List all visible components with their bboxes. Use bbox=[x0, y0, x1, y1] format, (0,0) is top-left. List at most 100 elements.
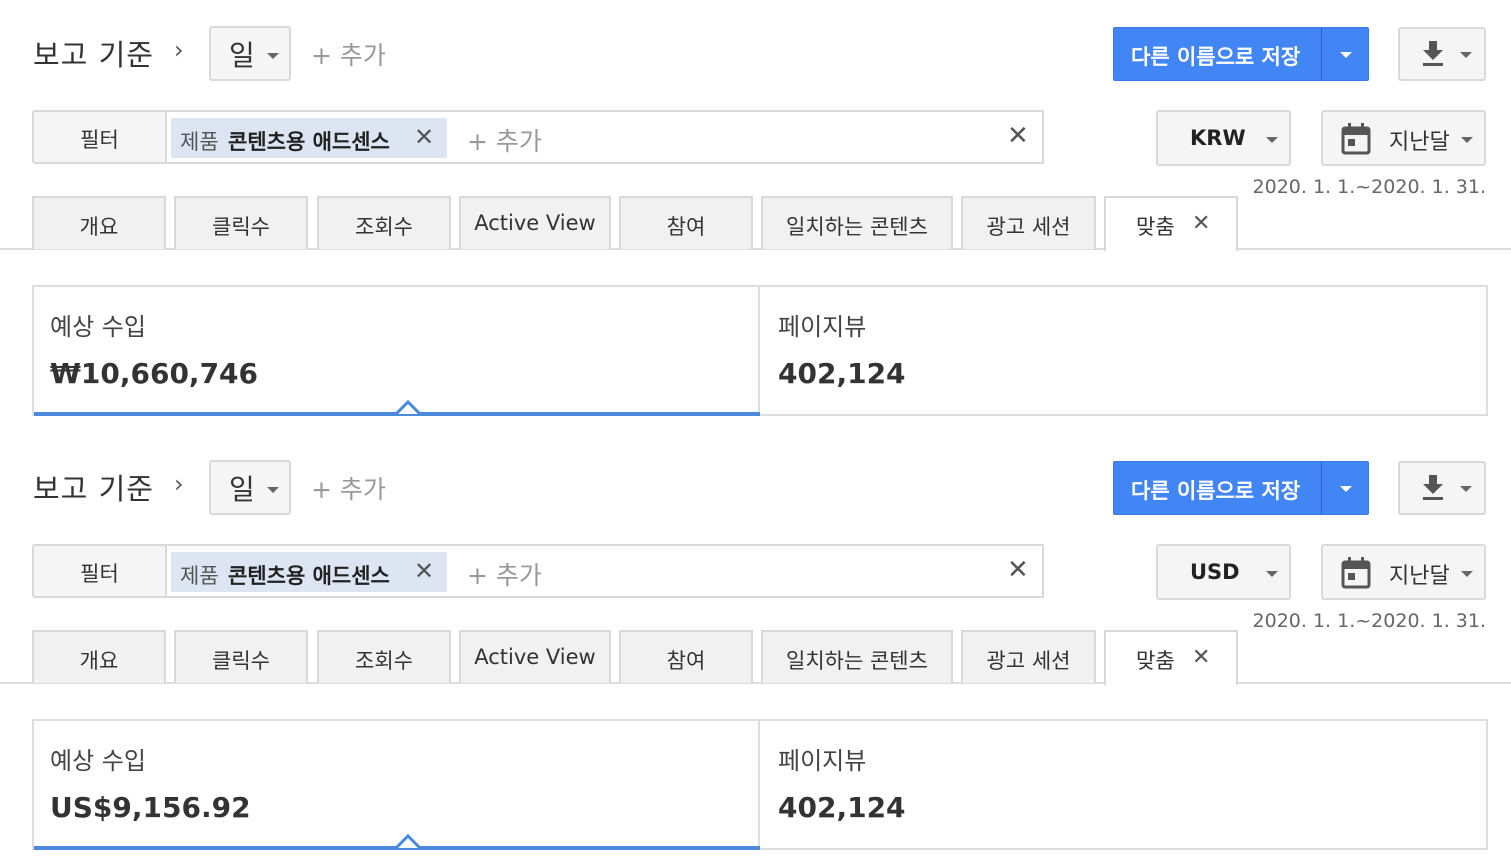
report-panel-krw: 보고 기준 › 일 + 추가 다른 이름으로 저장 필터 제품 콘텐츠용 애드센… bbox=[0, 0, 1511, 434]
button-separator bbox=[1321, 28, 1322, 80]
dimension-label: 일 bbox=[229, 39, 255, 72]
close-icon[interactable]: ✕ bbox=[414, 123, 434, 151]
tab-overview[interactable]: 개요 bbox=[32, 630, 166, 683]
save-as-label: 다른 이름으로 저장 bbox=[1131, 479, 1301, 503]
tab-engagement[interactable]: 참여 bbox=[619, 630, 753, 683]
filter-chip-value: 콘텐츠용 애드센스 bbox=[228, 564, 390, 588]
tab-label: 참여 bbox=[666, 215, 706, 239]
filter-chip-value: 콘텐츠용 애드센스 bbox=[228, 130, 390, 154]
selected-notch-icon bbox=[396, 400, 420, 414]
filter-bar[interactable]: 제품 콘텐츠용 애드센스 ✕ + 추가 ✕ bbox=[165, 110, 1044, 164]
dimension-dropdown[interactable]: 일 bbox=[209, 460, 291, 515]
tab-label: 클릭수 bbox=[212, 215, 270, 239]
tab-label: 클릭수 bbox=[212, 649, 270, 673]
tab-label: 일치하는 콘텐츠 bbox=[786, 215, 928, 239]
currency-dropdown[interactable]: KRW bbox=[1156, 110, 1291, 166]
filter-label: 필터 bbox=[80, 562, 119, 586]
metric-title: 페이지뷰 bbox=[778, 313, 867, 341]
metric-card-pageviews[interactable]: 페이지뷰 402,124 bbox=[762, 287, 1488, 414]
add-filter-link[interactable]: + 추가 bbox=[467, 556, 542, 592]
dimension-dropdown[interactable]: 일 bbox=[209, 26, 291, 81]
close-icon[interactable]: ✕ bbox=[414, 557, 434, 585]
download-icon bbox=[1423, 475, 1443, 500]
date-range-text: 2020. 1. 1.~2020. 1. 31. bbox=[1252, 610, 1486, 632]
save-options-caret-icon[interactable] bbox=[1340, 52, 1352, 58]
tab-clicks[interactable]: 클릭수 bbox=[174, 630, 308, 683]
filter-button[interactable]: 필터 bbox=[32, 544, 167, 598]
caret-down-icon bbox=[267, 487, 279, 493]
save-options-caret-icon[interactable] bbox=[1340, 486, 1352, 492]
download-icon bbox=[1423, 41, 1443, 66]
download-button[interactable] bbox=[1398, 27, 1486, 81]
button-separator bbox=[1321, 462, 1322, 514]
tab-ad-sessions[interactable]: 광고 세션 bbox=[961, 630, 1096, 683]
tab-label: 참여 bbox=[666, 649, 706, 673]
currency-dropdown[interactable]: USD bbox=[1156, 544, 1291, 600]
filter-label: 필터 bbox=[80, 128, 119, 152]
filter-chip[interactable]: 제품 콘텐츠용 애드센스 ✕ bbox=[171, 118, 447, 158]
currency-label: USD bbox=[1190, 560, 1240, 584]
metric-title: 예상 수입 bbox=[50, 747, 146, 775]
tab-active-view[interactable]: Active View bbox=[459, 630, 611, 683]
report-panel-usd: 보고 기준 › 일 + 추가 다른 이름으로 저장 필터 제품 콘텐츠용 애드센… bbox=[0, 434, 1511, 868]
close-tab-icon[interactable]: ✕ bbox=[1192, 645, 1210, 670]
tab-custom[interactable]: 맞춤 ✕ bbox=[1104, 196, 1238, 251]
save-as-button[interactable]: 다른 이름으로 저장 bbox=[1113, 27, 1369, 81]
clear-filters-icon[interactable]: ✕ bbox=[1007, 555, 1029, 585]
metric-card-estimated-earnings[interactable]: 예상 수입 US$9,156.92 bbox=[34, 721, 760, 850]
caret-down-icon bbox=[1460, 486, 1472, 492]
date-range-dropdown[interactable]: 지난달 bbox=[1321, 544, 1486, 600]
tab-matched-content[interactable]: 일치하는 콘텐츠 bbox=[761, 630, 953, 683]
dimension-label: 일 bbox=[229, 473, 255, 506]
caret-down-icon bbox=[1461, 137, 1473, 143]
metric-value: US$9,156.92 bbox=[50, 791, 251, 824]
tab-custom[interactable]: 맞춤 ✕ bbox=[1104, 630, 1238, 685]
metric-card-estimated-earnings[interactable]: 예상 수입 ₩10,660,746 bbox=[34, 287, 760, 416]
filter-chip-key: 제품 bbox=[180, 130, 219, 154]
clear-filters-icon[interactable]: ✕ bbox=[1007, 121, 1029, 151]
calendar-icon bbox=[1341, 123, 1371, 155]
filter-bar[interactable]: 제품 콘텐츠용 애드센스 ✕ + 추가 ✕ bbox=[165, 544, 1044, 598]
tab-label: 개요 bbox=[79, 215, 119, 239]
tab-label: 맞춤 bbox=[1136, 215, 1175, 239]
filter-chip[interactable]: 제품 콘텐츠용 애드센스 ✕ bbox=[171, 552, 447, 592]
add-dimension-link[interactable]: + 추가 bbox=[311, 470, 386, 506]
date-preset-label: 지난달 bbox=[1389, 564, 1450, 589]
caret-down-icon bbox=[1266, 571, 1278, 577]
download-button[interactable] bbox=[1398, 461, 1486, 515]
tab-label: 광고 세션 bbox=[986, 215, 1071, 239]
tab-active-view[interactable]: Active View bbox=[459, 196, 611, 249]
tab-views[interactable]: 조회수 bbox=[317, 196, 451, 249]
caret-down-icon bbox=[1461, 571, 1473, 577]
tab-engagement[interactable]: 참여 bbox=[619, 196, 753, 249]
tab-overview[interactable]: 개요 bbox=[32, 196, 166, 249]
metric-value: ₩10,660,746 bbox=[50, 357, 259, 390]
save-as-button[interactable]: 다른 이름으로 저장 bbox=[1113, 461, 1369, 515]
tab-clicks[interactable]: 클릭수 bbox=[174, 196, 308, 249]
date-range-dropdown[interactable]: 지난달 bbox=[1321, 110, 1486, 166]
add-filter-link[interactable]: + 추가 bbox=[467, 122, 542, 158]
tab-label: 조회수 bbox=[355, 215, 413, 239]
date-preset-label: 지난달 bbox=[1389, 130, 1450, 155]
chevron-right-icon: › bbox=[174, 36, 184, 64]
selected-notch-icon bbox=[396, 834, 420, 848]
close-tab-icon[interactable]: ✕ bbox=[1192, 211, 1210, 236]
save-as-label: 다른 이름으로 저장 bbox=[1131, 45, 1301, 69]
add-dimension-link[interactable]: + 추가 bbox=[311, 36, 386, 72]
metric-cards: 예상 수입 US$9,156.92 페이지뷰 402,124 bbox=[32, 719, 1488, 850]
metric-title: 페이지뷰 bbox=[778, 747, 867, 775]
tab-label: 조회수 bbox=[355, 649, 413, 673]
tab-views[interactable]: 조회수 bbox=[317, 630, 451, 683]
tab-label: 광고 세션 bbox=[986, 649, 1071, 673]
report-by-label: 보고 기준 bbox=[33, 38, 154, 72]
calendar-icon bbox=[1341, 557, 1371, 589]
tab-ad-sessions[interactable]: 광고 세션 bbox=[961, 196, 1096, 249]
tab-label: Active View bbox=[474, 211, 596, 235]
filter-button[interactable]: 필터 bbox=[32, 110, 167, 164]
metric-card-pageviews[interactable]: 페이지뷰 402,124 bbox=[762, 721, 1488, 848]
tab-matched-content[interactable]: 일치하는 콘텐츠 bbox=[761, 196, 953, 249]
chevron-right-icon: › bbox=[174, 470, 184, 498]
metric-value: 402,124 bbox=[778, 791, 906, 824]
filter-chip-key: 제품 bbox=[180, 564, 219, 588]
metric-cards: 예상 수입 ₩10,660,746 페이지뷰 402,124 bbox=[32, 285, 1488, 416]
